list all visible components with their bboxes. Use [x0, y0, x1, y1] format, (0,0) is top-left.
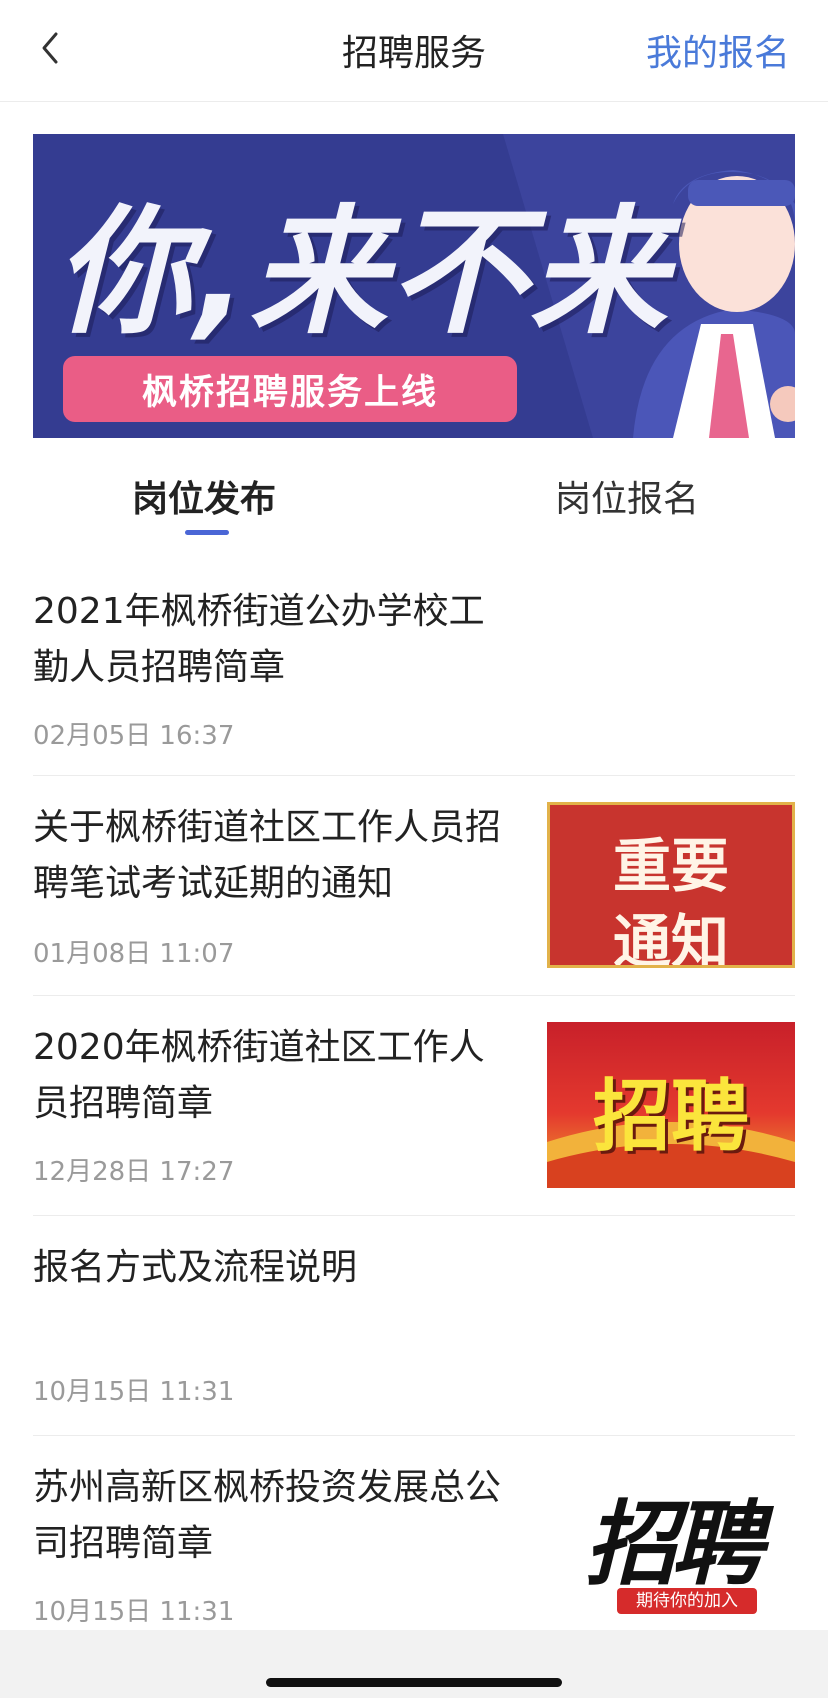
list-item[interactable]: 关于枫桥街道社区工作人员招聘笔试考试延期的通知 01月08日 11:07 重要 …	[33, 776, 795, 996]
item-date: 02月05日 16:37	[33, 721, 235, 751]
thumbnail-text: 招聘	[584, 1491, 763, 1598]
item-title: 苏州高新区枫桥投资发展总公司招聘简章	[33, 1467, 502, 1564]
thumbnail-subtitle: 期待你的加入	[617, 1588, 757, 1614]
list-item[interactable]: 苏州高新区枫桥投资发展总公司招聘简章 10月15日 11:31 招聘 期待你的加…	[33, 1436, 795, 1636]
thumbnail-text: 招聘	[592, 1072, 749, 1162]
item-date: 12月28日 17:27	[33, 1157, 235, 1187]
item-date: 01月08日 11:07	[33, 939, 235, 969]
item-thumbnail: 招聘	[547, 1022, 795, 1188]
thumbnail-text: 重要	[612, 832, 729, 900]
banner-headline: 你,来不来	[55, 192, 670, 353]
home-indicator-area	[0, 1630, 828, 1698]
my-registration-link[interactable]: 我的报名	[646, 24, 790, 76]
home-indicator[interactable]	[266, 1678, 562, 1687]
tab-job-application[interactable]: 岗位报名	[555, 470, 699, 522]
thumbnail-text: 通知	[612, 908, 729, 968]
item-date: 10月15日 11:31	[33, 1377, 235, 1407]
article-list: 2021年枫桥街道公办学校工勤人员招聘简章 02月05日 16:37 关于枫桥街…	[33, 560, 795, 1636]
list-item[interactable]: 报名方式及流程说明 10月15日 11:31	[33, 1216, 795, 1436]
tab-bar: 岗位发布 岗位报名	[0, 470, 828, 540]
item-date: 10月15日 11:31	[33, 1597, 235, 1627]
item-thumbnail: 招聘 期待你的加入	[547, 1466, 795, 1632]
item-title: 关于枫桥街道社区工作人员招聘笔试考试延期的通知	[33, 807, 502, 904]
list-item[interactable]: 2021年枫桥街道公办学校工勤人员招聘简章 02月05日 16:37	[33, 560, 795, 776]
item-thumbnail: 重要 通知	[547, 802, 795, 968]
navigation-bar: 招聘服务 我的报名	[0, 0, 828, 102]
banner-tagline: 枫桥招聘服务上线	[63, 356, 517, 422]
tab-job-posting[interactable]: 岗位发布	[132, 470, 276, 522]
item-title: 2020年枫桥街道社区工作人员招聘简章	[33, 1027, 485, 1124]
item-title: 报名方式及流程说明	[33, 1247, 358, 1288]
list-item[interactable]: 2020年枫桥街道社区工作人员招聘简章 12月28日 17:27 招聘	[33, 996, 795, 1216]
active-tab-indicator	[185, 530, 229, 535]
item-title: 2021年枫桥街道公办学校工勤人员招聘简章	[33, 591, 485, 688]
recruitment-banner[interactable]: 你,来不来 枫桥招聘服务上线	[33, 134, 795, 438]
